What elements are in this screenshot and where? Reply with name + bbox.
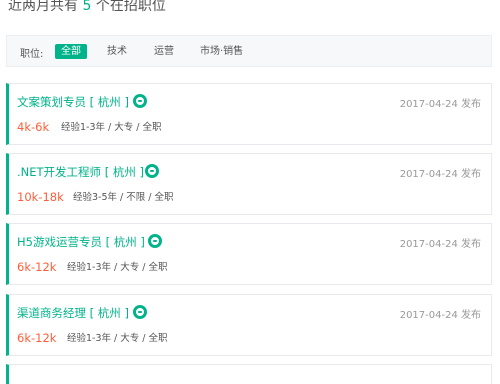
job-salary: 6k-12k: [17, 260, 57, 274]
job-card[interactable]: 文案策划专员 [ 杭州 ] 2017-04-24 发布 4k-6k 经验1-3年…: [6, 83, 492, 145]
job-card[interactable]: 渠道商务经理 [ 杭州 ] 2017-04-24 发布 6k-12k 经验1-3…: [6, 294, 492, 356]
job-publish-date: 2017-04-24 发布: [399, 239, 481, 250]
job-publish-date: 2017-04-24 发布: [399, 99, 481, 110]
job-publish-date: 2017-04-24 发布: [399, 310, 481, 321]
filter-label: 职位:: [20, 49, 44, 60]
chat-bubble-icon[interactable]: [133, 305, 147, 319]
job-salary: 10k-18k: [17, 190, 64, 204]
positions-heading: 近两月共有 5 个在招职位: [8, 0, 166, 15]
job-salary: 4k-6k: [17, 120, 50, 134]
job-title[interactable]: .NET开发工程师 [ 杭州 ]: [17, 164, 144, 180]
heading-suffix: 个在招职位: [95, 0, 166, 14]
heading-prefix: 近两月共有: [8, 0, 78, 14]
job-title[interactable]: 渠道商务经理 [ 杭州 ]: [17, 305, 129, 321]
job-publish-date: 2017-04-24 发布: [399, 169, 481, 180]
chat-bubble-icon[interactable]: [148, 234, 162, 248]
chat-bubble-icon[interactable]: [145, 164, 159, 178]
position-filter-bar: 职位: 全部 技术 运营 市场·销售: [6, 35, 492, 67]
job-card-partial[interactable]: [6, 364, 492, 384]
filter-option-all[interactable]: 全部: [55, 44, 87, 59]
chat-bubble-icon[interactable]: [133, 94, 147, 108]
job-title[interactable]: 文案策划专员 [ 杭州 ]: [17, 94, 129, 110]
filter-option-operations[interactable]: 运营: [150, 44, 178, 59]
job-requirements: 经验1-3年 / 大专 / 全职: [67, 262, 168, 273]
job-title[interactable]: H5游戏运营专员 [ 杭州 ]: [17, 234, 145, 250]
job-requirements: 经验3-5年 / 不限 / 全职: [73, 192, 174, 203]
job-card[interactable]: H5游戏运营专员 [ 杭州 ] 2017-04-24 发布 6k-12k 经验1…: [6, 223, 492, 285]
filter-option-marketing-sales[interactable]: 市场·销售: [196, 44, 247, 59]
job-card[interactable]: .NET开发工程师 [ 杭州 ] 2017-04-24 发布 10k-18k 经…: [6, 153, 492, 215]
heading-count: 5: [82, 0, 92, 14]
job-requirements: 经验1-3年 / 大专 / 全职: [61, 122, 162, 133]
filter-option-tech[interactable]: 技术: [103, 44, 131, 59]
job-salary: 6k-12k: [17, 331, 57, 345]
job-requirements: 经验1-3年 / 大专 / 全职: [67, 333, 168, 344]
